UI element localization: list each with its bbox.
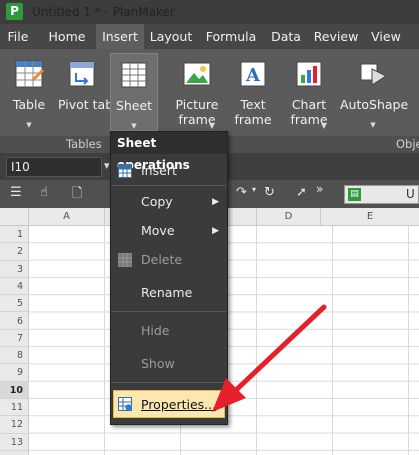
ribbon-text-frame-label: Text frame [234, 97, 272, 127]
sheet-menu-move[interactable]: Move ▶ [111, 218, 227, 244]
sheet-properties-icon [118, 397, 132, 411]
select-all-corner[interactable] [0, 208, 29, 226]
row-header[interactable]: 4 [0, 278, 29, 296]
window-title: Untitled 1 * - PlanMaker [32, 5, 175, 19]
sheet-menu-hide-label: Hide [141, 323, 170, 338]
undo-arrow-icon[interactable]: ↷ [236, 185, 247, 200]
ribbon: Table ▼ Pivot table Sheet ▼ Picture fram… [0, 49, 419, 136]
insert-sheet-icon [118, 164, 132, 178]
column-header[interactable]: A [29, 208, 105, 226]
sheet-menu-rename[interactable]: Rename [111, 280, 227, 306]
sheet-menu-move-label: Move [141, 223, 175, 238]
chart-frame-icon [296, 61, 322, 87]
row-header[interactable]: 9 [0, 364, 29, 382]
menu-review[interactable]: Review [310, 24, 362, 49]
cell-ref-dropdown-icon[interactable]: ▾ [104, 159, 110, 172]
dropdown-arrow-icon: ▼ [209, 122, 215, 130]
delete-sheet-icon [118, 253, 132, 267]
row-header[interactable]: 5 [0, 295, 29, 313]
group-label-objects: Obje [396, 137, 419, 151]
menu-separator [111, 382, 227, 383]
sheet-menu-copy-label: Copy [141, 194, 173, 209]
autoshape-icon [360, 63, 388, 86]
sheet-menu-properties[interactable]: Properties... [113, 390, 225, 418]
sheet-app-icon: ▤ [348, 188, 361, 201]
ribbon-table-button[interactable]: Table ▼ [6, 53, 52, 131]
undo-dropdown-icon[interactable]: ▾ [252, 185, 256, 194]
row-header[interactable]: 7 [0, 330, 29, 348]
row-header[interactable]: 13 [0, 434, 29, 451]
pointer-icon[interactable]: ➚ [296, 185, 307, 200]
ribbon-chart-frame-button[interactable]: Chart frame ▼ [284, 53, 334, 131]
sheet-menu-insert[interactable]: Insert [111, 158, 227, 184]
dropdown-arrow-icon: ▼ [370, 121, 376, 129]
sheet-menu-delete-label: Delete [141, 252, 183, 267]
dropdown-arrow-icon: ▼ [26, 121, 32, 129]
menu-file[interactable]: File [0, 24, 36, 49]
pivot-table-icon [69, 61, 95, 87]
row-header-active[interactable]: 10 [0, 381, 29, 399]
cell-reference-field[interactable]: I10 [6, 157, 102, 177]
menu-home[interactable]: Home [40, 24, 94, 49]
ribbon-sheet-button[interactable]: Sheet ▼ [110, 53, 158, 131]
sheet-menu-insert-label: Insert [141, 163, 177, 178]
ribbon-table-label: Table [12, 97, 46, 112]
sheet-menu-delete[interactable]: Delete [111, 247, 227, 273]
svg-text:A: A [245, 65, 261, 86]
ribbon-sheet-label: Sheet [115, 98, 153, 113]
row-header[interactable]: 11 [0, 399, 29, 417]
new-document-icon[interactable]: 🗋 [72, 184, 82, 206]
menu-view[interactable]: View [366, 24, 406, 49]
menu-bar: File Home Insert Layout Formula Data Rev… [0, 24, 419, 49]
submenu-arrow-icon: ▶ [212, 226, 219, 236]
planmaker-app-icon[interactable]: P [6, 3, 23, 20]
sheet-menu-copy[interactable]: Copy ▶ [111, 189, 227, 215]
sheet-menu-hide[interactable]: Hide [111, 318, 227, 344]
menu-separator [111, 185, 227, 186]
text-frame-icon: A [240, 61, 266, 87]
table-icon [15, 60, 44, 88]
sheet-menu-title: Sheet operations [111, 132, 227, 172]
sheet-field-text: U [406, 187, 415, 201]
dropdown-arrow-icon: ▼ [321, 122, 327, 130]
row-header[interactable]: 1 [0, 226, 29, 244]
more-tools-icon[interactable]: » [316, 182, 323, 196]
ribbon-text-frame-button[interactable]: A Text frame [230, 53, 276, 131]
ribbon-pivot-table-button[interactable]: Pivot table [58, 53, 125, 131]
menu-separator [111, 311, 227, 312]
row-header[interactable]: 12 [0, 416, 29, 434]
sheet-menu-show[interactable]: Show [111, 351, 227, 377]
row-header[interactable]: 2 [0, 243, 29, 261]
redo-icon[interactable]: ↻ [264, 185, 275, 200]
column-header[interactable]: E [321, 208, 419, 226]
column-header[interactable]: D [257, 208, 321, 226]
touch-mode-icon[interactable]: ☝ [40, 185, 48, 200]
row-header[interactable]: 6 [0, 313, 29, 330]
sheet-menu-rename-label: Rename [141, 285, 193, 300]
dropdown-arrow-icon: ▼ [131, 122, 137, 130]
menu-formula[interactable]: Formula [202, 24, 260, 49]
row-header-bar: 1 2 3 4 5 6 7 8 9 10 11 12 13 [0, 226, 29, 455]
sheet-icon [121, 62, 147, 88]
picture-frame-icon [183, 62, 211, 86]
row-header[interactable]: 8 [0, 347, 29, 365]
ribbon-autoshape-button[interactable]: AutoShape ▼ [340, 53, 409, 131]
submenu-arrow-icon: ▶ [212, 197, 219, 207]
menu-data[interactable]: Data [266, 24, 306, 49]
sheet-menu-show-label: Show [141, 356, 175, 371]
ribbon-autoshape-label: AutoShape [340, 97, 409, 112]
menu-layout[interactable]: Layout [146, 24, 196, 49]
ribbon-pivot-label: Pivot table [58, 97, 125, 112]
menu-lines-icon[interactable]: ☰ [10, 185, 22, 200]
row-header[interactable]: 3 [0, 261, 29, 278]
menu-insert[interactable]: Insert [96, 24, 144, 49]
group-label-tables: Tables [66, 137, 102, 151]
ribbon-picture-frame-button[interactable]: Picture frame ▼ [170, 53, 224, 131]
sheet-tab-field[interactable]: ▤ U [344, 185, 419, 204]
sheet-menu-properties-label: Properties... [141, 397, 217, 412]
